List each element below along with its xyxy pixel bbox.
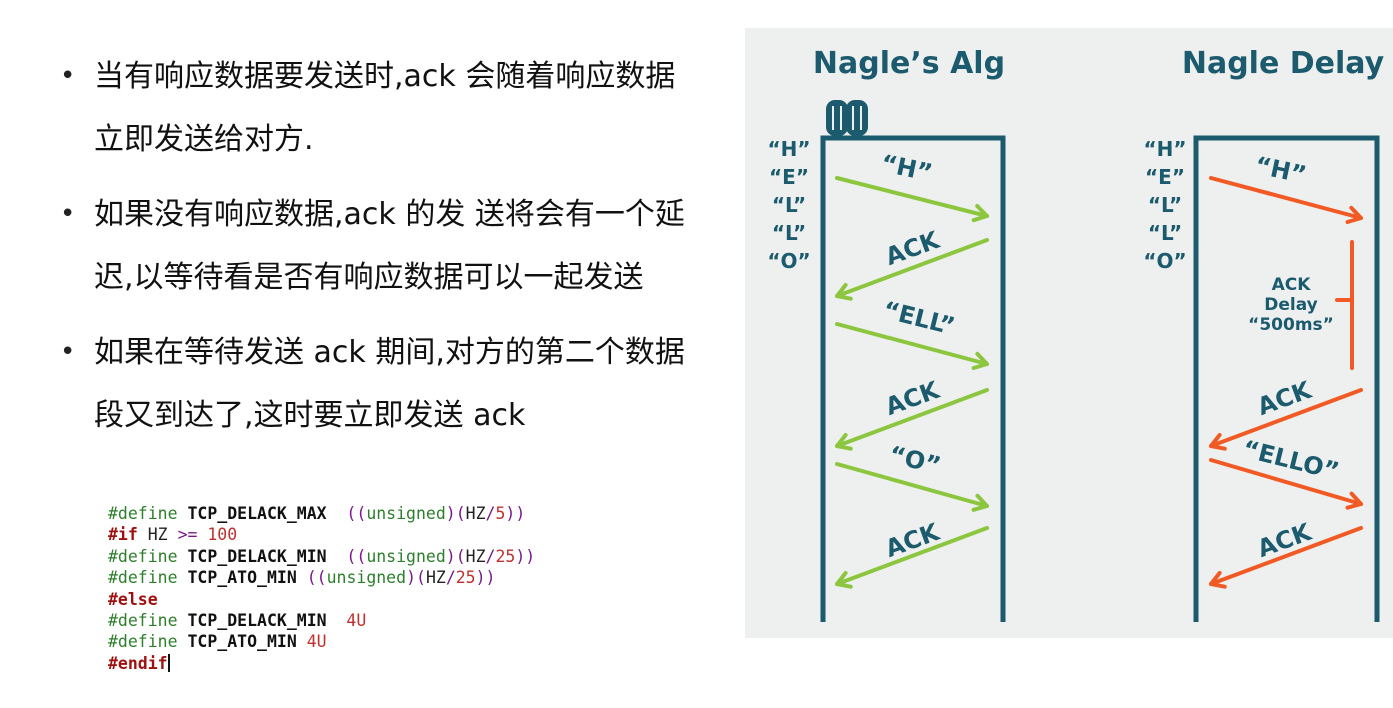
code-token: (( — [296, 568, 327, 588]
code-token: TCP_DELACK_MIN — [187, 546, 327, 566]
bullet-dot: • — [60, 61, 76, 91]
code-token: 5 — [495, 504, 506, 523]
code-snippet: #define TCP_DELACK_MAX ((unsigned)(HZ/5)… — [108, 503, 628, 683]
code-line: #define TCP_DELACK_MIN ((unsigned)(HZ/25… — [108, 546, 628, 567]
code-token: HZ — [465, 504, 486, 523]
code-token: #define — [108, 568, 188, 588]
code-token: #else — [108, 589, 158, 609]
code-token: (( — [326, 504, 367, 523]
code-token: 25 — [495, 546, 516, 566]
bullet-dot: • — [60, 199, 76, 229]
code-token: >= — [177, 525, 198, 545]
code-line: #define TCP_ATO_MIN ((unsigned)(HZ/25)) — [108, 567, 628, 588]
right-letter: “E” — [1145, 165, 1185, 189]
bullet-item: • 当有响应数据要发送时,ack 会随着响应数据立即发送给对方. — [60, 45, 710, 171]
code-token: unsigned — [326, 568, 407, 588]
code-token: #define — [108, 504, 188, 523]
bullet-item: • 如果在等待发送 ack 期间,对方的第二个数据段又到达了,这时要立即发送 a… — [60, 321, 710, 447]
right-letter: “O” — [1143, 249, 1186, 273]
bullet-item: • 如果没有响应数据,ack 的发 送将会有一个延迟,以等待看是否有响应数据可以… — [60, 183, 710, 309]
bullet-dot: • — [60, 337, 76, 367]
right-letter: “H” — [1143, 137, 1186, 161]
code-token: TCP_DELACK_MIN — [187, 611, 327, 631]
code-line: #define TCP_DELACK_MAX ((unsigned)(HZ/5)… — [108, 503, 628, 524]
delay-label: ACK — [1272, 275, 1312, 295]
code-token: TCP_ATO_MIN — [187, 632, 297, 652]
right-letter: “L” — [1148, 193, 1182, 217]
code-token: 4U — [296, 632, 327, 652]
code-token: TCP_ATO_MIN — [187, 568, 297, 588]
code-line: #endif — [108, 653, 628, 674]
code-token: TCP_DELACK_MAX — [187, 504, 327, 523]
right-letter: “L” — [1148, 221, 1182, 245]
right-title: Nagle Delay — [1182, 46, 1385, 81]
nagle-diagram: Nagle’s Alg Nagle Delay “H” “E” “L” “L” “O” “H”… — [745, 28, 1393, 638]
code-token: / — [485, 546, 496, 566]
code-token: #define — [108, 546, 188, 566]
code-token: #if — [108, 525, 138, 545]
diagram-canvas: Nagle’s Alg Nagle Delay “H” “E” “L” “L” “O” “H”… — [745, 28, 1393, 638]
barrel-icon — [846, 100, 868, 136]
code-token: (( — [326, 546, 367, 566]
code-token: )( — [445, 546, 466, 566]
bullet-text: 当有响应数据要发送时,ack 会随着响应数据立即发送给对方. — [94, 59, 676, 157]
code-token: HZ — [137, 525, 178, 545]
code-line: #define TCP_ATO_MIN 4U — [108, 631, 628, 652]
code-token: / — [485, 504, 496, 523]
barrel-icon — [826, 100, 848, 136]
code-token: 100 — [197, 525, 238, 545]
code-token: 25 — [455, 568, 476, 588]
code-token: unsigned — [366, 546, 446, 566]
delay-label: Delay — [1264, 295, 1318, 315]
code-token: HZ — [425, 568, 446, 588]
code-token: )( — [406, 568, 426, 588]
left-letter: “E” — [769, 165, 809, 189]
code-token: #endif — [108, 653, 168, 673]
code-token: / — [445, 568, 456, 588]
left-title: Nagle’s Alg — [813, 46, 1005, 81]
code-token: )) — [475, 568, 496, 588]
code-token: )) — [515, 546, 536, 566]
code-token: unsigned — [366, 504, 446, 523]
code-token: 4U — [326, 611, 367, 631]
text-cursor — [167, 653, 170, 672]
code-token: )) — [505, 504, 526, 523]
delay-label: “500ms” — [1248, 315, 1334, 335]
bullet-text: 如果没有响应数据,ack 的发 送将会有一个延迟,以等待看是否有响应数据可以一起… — [94, 197, 685, 295]
code-token: )( — [445, 504, 466, 523]
code-token: #define — [108, 632, 188, 652]
code-line: #else — [108, 589, 628, 610]
code-line: #if HZ >= 100 — [108, 524, 628, 545]
code-token: HZ — [465, 546, 486, 566]
code-token: #define — [108, 611, 188, 631]
code-line: #define TCP_DELACK_MIN 4U — [108, 610, 628, 631]
left-letter: “L” — [772, 221, 806, 245]
left-letter: “O” — [767, 249, 810, 273]
left-letter: “H” — [767, 137, 810, 161]
bullet-list: • 当有响应数据要发送时,ack 会随着响应数据立即发送给对方. • 如果没有响… — [60, 45, 710, 459]
bullet-text: 如果在等待发送 ack 期间,对方的第二个数据段又到达了,这时要立即发送 ack — [94, 335, 685, 433]
left-letter: “L” — [772, 193, 806, 217]
